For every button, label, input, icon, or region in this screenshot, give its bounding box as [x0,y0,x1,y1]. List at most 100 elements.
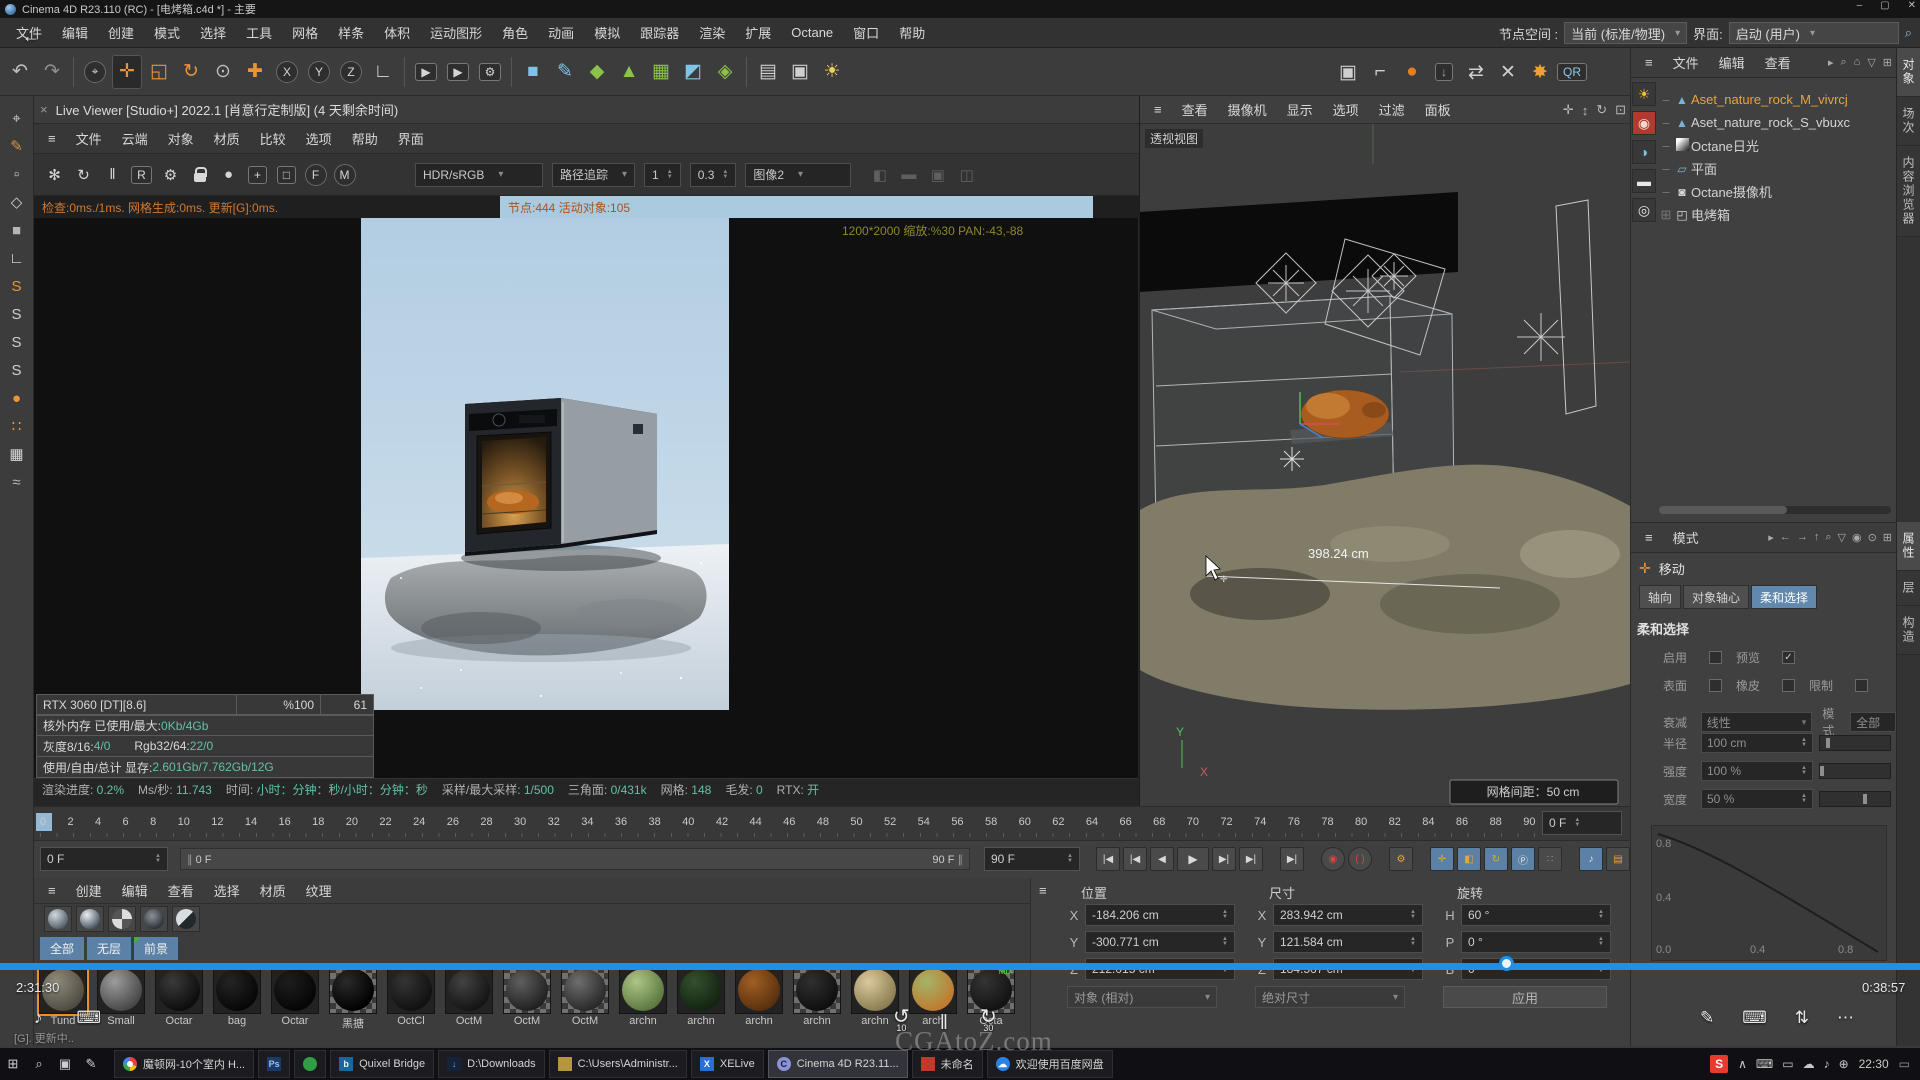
checkbox-表面[interactable] [1709,679,1722,692]
keyboard-icon[interactable]: ⌨ [1742,1008,1767,1028]
live-viewer-titlebar[interactable]: × Live Viewer [Studio+] 2022.1 [肖意行定制版] … [34,96,1139,124]
timeline-tick[interactable]: 20 [346,816,358,828]
tray-icon-0[interactable]: ∧ [1738,1057,1747,1071]
material-picker-icon[interactable]: M [331,160,358,190]
prev-key-button[interactable]: |◀ [1123,847,1147,871]
timeline-tick[interactable]: 56 [951,816,963,828]
viewer-close-icon[interactable]: × [40,102,48,117]
material-sphere-button[interactable] [108,906,136,932]
y-axis-toggle[interactable]: Y [304,55,334,89]
tray-icon-4[interactable]: ♪ [1824,1057,1830,1071]
table-icon[interactable]: ▤ [753,55,783,89]
collapse-icon[interactable]: ⇅ [1795,1008,1809,1028]
chat-icon[interactable]: ⌨ [77,1008,102,1028]
annotate-icon[interactable]: ✎ [1700,1008,1714,1028]
scene-light-icon[interactable]: ☀ [817,55,847,89]
attribute-toolbar-icon-6[interactable]: ◉ [1852,531,1862,544]
timeline-tick[interactable]: 80 [1355,816,1367,828]
pass-icon-1[interactable]: ◧ [866,160,893,190]
side-tab-属性[interactable]: 属性 [1897,522,1920,571]
taskbar-app[interactable]: 魔顿网-10个室内 H... [114,1050,254,1078]
taskbar-app[interactable]: XXELive [691,1050,764,1078]
sub-region-icon[interactable]: □ [273,160,300,190]
timeline-tick[interactable]: 70 [1187,816,1199,828]
more-icon[interactable]: ⋯ [1837,1008,1854,1028]
timeline-tick[interactable]: 6 [123,816,129,828]
timeline-tick[interactable]: 54 [918,816,930,828]
timeline-tick[interactable]: 24 [413,816,425,828]
key-pla-button[interactable]: ∷ [1538,847,1562,871]
material-menu-item-编辑[interactable]: 编辑 [112,881,158,900]
material-sphere-button[interactable] [140,906,168,932]
autokey-button[interactable]: ( ) [1348,847,1372,871]
pass-icon-4[interactable]: ◫ [953,160,980,190]
material-item[interactable]: OctM [558,966,612,1031]
samples-field[interactable]: 1 [644,163,681,187]
timeline-tick[interactable]: 72 [1220,816,1232,828]
material-thumbnail[interactable] [213,966,261,1014]
octane-target-icon[interactable]: ◎ [1632,198,1656,222]
taskbar-system-icon-0[interactable]: ⌕ [26,1048,52,1080]
viewer-menu-item-比较[interactable]: 比较 [250,129,296,148]
octane-egg-icon[interactable]: ● [4,385,30,411]
attribute-toolbar-icon-0[interactable]: ▸ [1768,531,1774,544]
timeline-tick[interactable]: 78 [1321,816,1333,828]
material-thumbnail[interactable] [271,966,319,1014]
snap-grid-icon[interactable]: S [4,301,30,327]
timeline-ruler[interactable]: 0246810121416182022242628303234363840424… [34,806,1630,840]
array-generator-icon[interactable]: ▦ [646,55,676,89]
mode-value[interactable]: 全部 [1850,712,1896,732]
region-render-icon[interactable]: R [128,160,155,190]
material-item[interactable]: archn [790,966,844,1031]
material-item[interactable]: OctM [500,966,554,1031]
timeline-tick[interactable]: 16 [279,816,291,828]
key-position-button[interactable]: ✛ [1430,847,1454,871]
menubar-item-模式[interactable]: 模式 [144,18,190,47]
viewport-maximize-icon[interactable]: ⊡ [1615,102,1626,118]
edges-mode-icon[interactable]: ◇ [4,189,30,215]
timeline-tick[interactable]: 46 [783,816,795,828]
add-region-icon[interactable]: + [244,160,271,190]
menubar-item-渲染[interactable]: 渲染 [689,18,735,47]
object-manager-toolbar-icon-3[interactable]: ▽ [1867,56,1875,69]
object-name[interactable]: 平面 [1691,159,1717,178]
menubar-item-网格[interactable]: 网格 [282,18,328,47]
field-半径[interactable]: 100 cm [1701,733,1813,753]
object-manager-menu-item-编辑[interactable]: 编辑 [1709,53,1755,72]
spinner-icon[interactable] [1067,854,1073,864]
search-icon[interactable]: ⌕ [1905,25,1912,41]
goto-start-button[interactable]: |◀ [1096,847,1120,871]
sogou-icon[interactable]: S [1710,1055,1728,1073]
object-manager-toolbar-icon-0[interactable]: ▸ [1828,56,1834,69]
timeline-tick[interactable]: 62 [1052,816,1064,828]
field-icon[interactable]: ◈ [710,55,740,89]
side-tab-内容浏览器[interactable]: 内容浏览器 [1897,146,1920,237]
coord-field-旋转-H[interactable]: 60 ° [1461,904,1611,926]
checkbox-启用[interactable] [1709,651,1722,664]
menubar-item-运动图形[interactable]: 运动图形 [420,18,492,47]
material-menu-item-创建[interactable]: 创建 [66,881,112,900]
octane-sun-icon[interactable]: ☀ [1632,82,1656,106]
apply-button[interactable]: 应用 [1443,986,1607,1008]
material-item[interactable]: OctCl [384,966,438,1031]
timeline-tick[interactable]: 60 [1019,816,1031,828]
current-frame-field[interactable]: 0 F [40,847,168,871]
object-tree-row[interactable]: –▲Aset_nature_rock_S_vbuxc [1659,111,1895,134]
pass-icon-2[interactable]: ▬ [895,160,922,190]
spinner-icon[interactable] [155,854,161,864]
attribute-toolbar-icon-2[interactable]: → [1797,531,1808,544]
hamburger-icon[interactable]: ≡ [1039,883,1047,898]
render-view-icon[interactable]: ▶ [411,55,441,89]
timeline-tick[interactable]: 30 [514,816,526,828]
octane-star-icon[interactable]: ✸ [1525,55,1555,89]
render-button-icon[interactable]: ▶ [443,55,473,89]
timeline-tick[interactable]: 8 [150,816,156,828]
material-item[interactable]: Octar [268,966,322,1031]
notification-icon[interactable]: ▭ [1899,1057,1910,1071]
start-button[interactable]: ⊞ [0,1048,26,1080]
material-thumbnail[interactable] [851,966,899,1014]
material-item[interactable]: archn [616,966,670,1031]
taskbar-app[interactable] [294,1050,326,1078]
material-sphere-button[interactable] [44,906,72,932]
octane-environment-icon[interactable]: ◑ [1632,140,1656,164]
